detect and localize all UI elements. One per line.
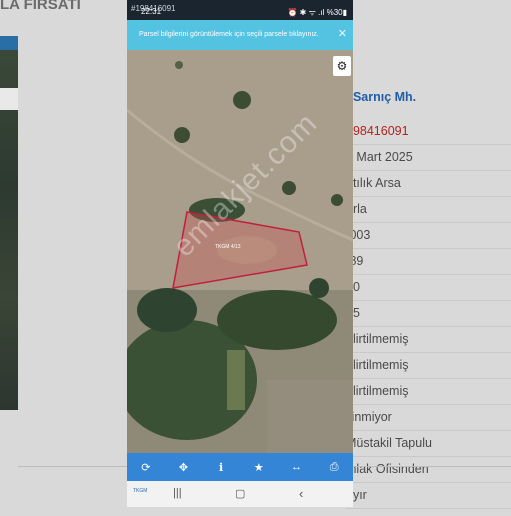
detail-value: atılık Arsa bbox=[346, 170, 511, 197]
map-toolbar: ⟳ ✥ ℹ ★ ↔ ⎙ bbox=[127, 453, 353, 481]
banner-text: Parsel bilgilerini görüntülemek için seç… bbox=[139, 31, 319, 38]
map-imagery bbox=[127, 50, 353, 453]
detail-value: elirtilmemiş bbox=[346, 352, 511, 379]
star-icon[interactable]: ★ bbox=[244, 461, 274, 474]
detail-value: elirtilmemiş bbox=[346, 378, 511, 405]
detail-value: ayır bbox=[346, 482, 511, 509]
gear-icon[interactable]: ⚙ bbox=[333, 56, 351, 76]
move-icon[interactable]: ✥ bbox=[168, 461, 198, 474]
detail-value: .89 bbox=[346, 248, 511, 275]
detail-value: arla bbox=[346, 196, 511, 223]
info-banner: Parsel bilgilerini görüntülemek için seç… bbox=[127, 20, 353, 50]
measure-icon[interactable]: ↔ bbox=[281, 461, 311, 473]
parcel-label[interactable]: TKGM 4/13 bbox=[215, 244, 241, 250]
status-icons: ⏰ ✱ ᯤ .ıl %30▮ bbox=[287, 8, 348, 17]
location-link[interactable]: / Sarnıç Mh. bbox=[346, 90, 416, 104]
home-button[interactable]: ▢ bbox=[235, 487, 245, 500]
satellite-map[interactable]: TKGM 4/13 emlakjet.com bbox=[127, 50, 353, 453]
android-nav-bar: TKGM ||| ▢ ‹ bbox=[127, 481, 353, 507]
recent-apps-button[interactable]: ||| bbox=[173, 487, 182, 499]
status-time: 22:31 bbox=[141, 7, 162, 16]
listing-title: LA FIRSATI bbox=[0, 0, 81, 13]
detail-value: mlak Ofisinden bbox=[346, 456, 511, 483]
map-thumb-control bbox=[0, 88, 18, 110]
app-logo: TKGM bbox=[133, 488, 148, 494]
detail-value: 198416091 bbox=[346, 118, 511, 145]
detail-value: 3 Mart 2025 bbox=[346, 144, 511, 171]
close-icon[interactable]: ✕ bbox=[338, 27, 347, 40]
map-thumb-header bbox=[0, 36, 18, 50]
status-bar: #198416091 22:31 ⏰ ✱ ᯤ .ıl %30▮ bbox=[127, 0, 353, 20]
detail-value: elirtilmemiş bbox=[346, 326, 511, 353]
detail-value: 30 bbox=[346, 274, 511, 301]
phone-screenshot: #198416091 22:31 ⏰ ✱ ᯤ .ıl %30▮ Parsel b… bbox=[127, 0, 353, 507]
background-map-thumbnail[interactable] bbox=[0, 36, 18, 410]
detail-value: Müstakil Tapulu bbox=[346, 430, 511, 457]
info-icon[interactable]: ℹ bbox=[206, 461, 236, 474]
print-icon[interactable]: ⎙ bbox=[319, 461, 349, 474]
detail-value: .003 bbox=[346, 222, 511, 249]
detail-value: 15 bbox=[346, 300, 511, 327]
detail-value: ilinmiyor bbox=[346, 404, 511, 431]
refresh-icon[interactable]: ⟳ bbox=[131, 461, 161, 474]
back-button[interactable]: ‹ bbox=[299, 486, 303, 501]
